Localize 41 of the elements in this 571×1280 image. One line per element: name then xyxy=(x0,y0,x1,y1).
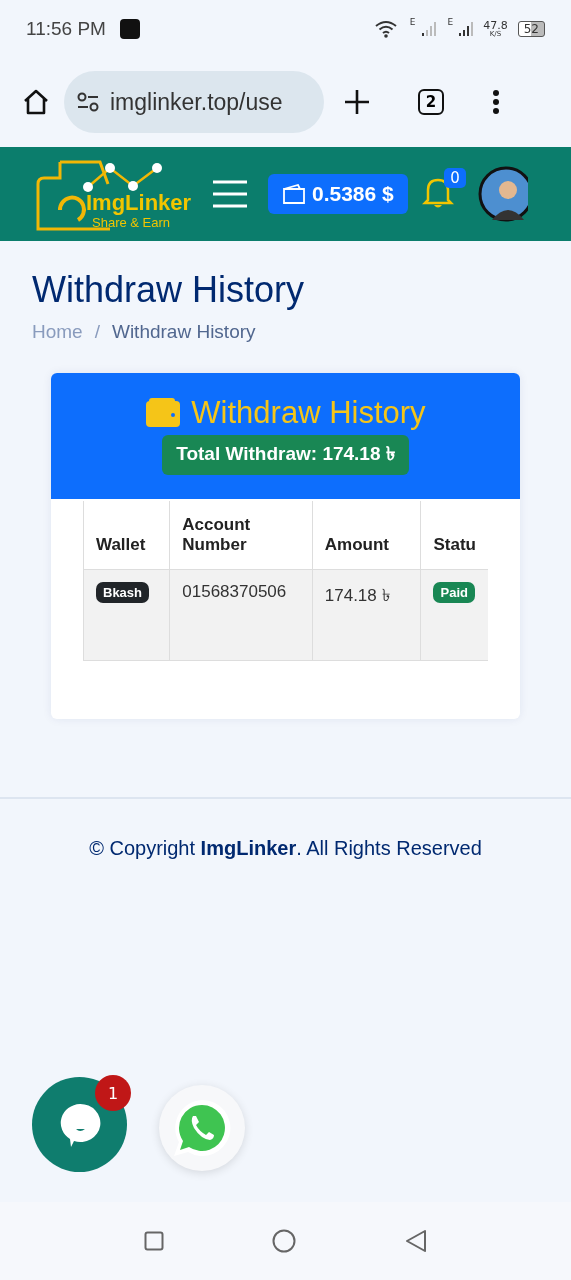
network-speed: 47.8 xyxy=(483,19,508,31)
home-button-icon[interactable] xyxy=(272,1229,297,1253)
notification-icon xyxy=(119,18,140,39)
signal-icon xyxy=(459,21,474,36)
network-type: E xyxy=(409,17,416,27)
more-menu-icon[interactable] xyxy=(492,89,500,115)
avatar-icon[interactable] xyxy=(477,166,528,222)
logo-title: ImgLinker xyxy=(86,190,192,216)
new-tab-icon[interactable] xyxy=(344,89,370,115)
signal-icon xyxy=(421,21,436,36)
copyright-text: © Copyright ImgLinker. All Rights Reserved xyxy=(89,837,482,859)
wallet-icon xyxy=(282,184,306,204)
column-header: Amount xyxy=(312,501,421,570)
card-title: Withdraw History xyxy=(191,395,426,431)
breadcrumb-current: Withdraw History xyxy=(111,321,256,343)
back-icon[interactable] xyxy=(404,1229,427,1253)
breadcrumb-separator: / xyxy=(94,321,100,343)
wallet-icon xyxy=(145,398,182,428)
page-title: Withdraw History xyxy=(32,269,306,311)
wifi-icon xyxy=(373,19,398,38)
notification-badge: 0 xyxy=(444,168,466,188)
status-time: 11:56 PM xyxy=(26,17,106,40)
site-settings-icon[interactable] xyxy=(76,91,100,113)
column-header: Wallet xyxy=(83,501,170,570)
chat-badge: 1 xyxy=(95,1075,131,1111)
battery-icon: 52 xyxy=(517,20,545,37)
total-withdraw-badge: Total Withdraw: 174.18 ৳ xyxy=(162,435,409,475)
menu-icon[interactable] xyxy=(212,179,248,209)
logo-tagline: Share & Earn xyxy=(92,215,171,230)
recents-icon[interactable] xyxy=(144,1231,165,1251)
table-cell: 174.18 ৳ xyxy=(312,569,421,661)
status-badge: Paid xyxy=(433,582,475,603)
column-header: Account Number xyxy=(169,501,313,570)
network-type: E xyxy=(447,17,454,27)
home-icon[interactable] xyxy=(22,88,50,116)
address-bar[interactable]: imglinker.top/use xyxy=(64,71,324,133)
tab-count-button[interactable]: 2 xyxy=(418,89,444,115)
column-header: Statu xyxy=(421,501,488,570)
wallet-badge: Bkash xyxy=(96,582,150,603)
table-cell: 01568370506 xyxy=(169,569,313,661)
balance-button[interactable]: 0.5386 $ xyxy=(268,174,408,214)
